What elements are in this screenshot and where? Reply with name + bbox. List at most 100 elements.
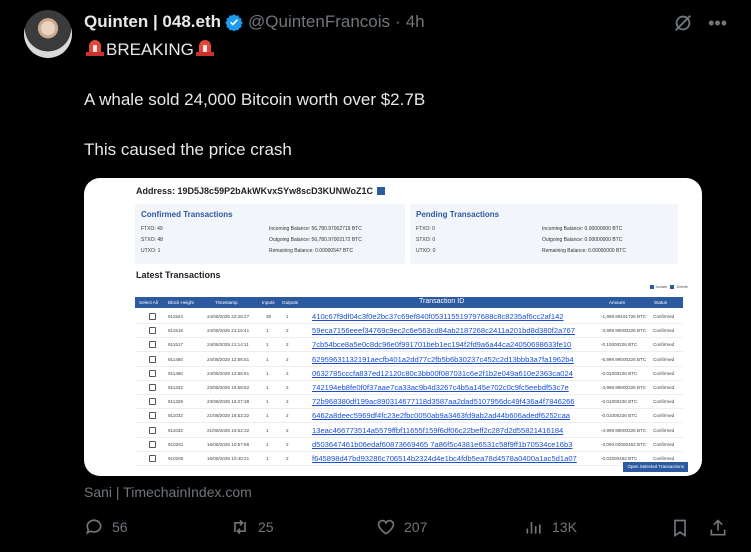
col-inputs: Inputs [262,300,275,305]
table-row[interactable]: 911032 21/08/2025 16:52:32 1 2 13eac46677351… [135,424,683,438]
table-row[interactable]: 911517 24/08/2025 21:14:11 1 2 7cb54bce8a5e0… [135,338,683,353]
author-name[interactable]: Quinten | 048.eth [84,12,221,32]
row-checkbox[interactable] [149,398,156,406]
action-bar: 56 25 207 13K [84,517,730,541]
col-block-height: Block Height [168,300,194,305]
row-timestamp: 16/08/2025 10:57:56 [207,441,250,447]
row-block-height: 911032 [168,413,183,419]
row-amount: -3,000.00000452 BTC [601,441,647,447]
row-timestamp: 24/08/2025 12:56:51 [207,356,250,362]
confirmed-remaining: Remaining Balance: 0.00000547 BTC [269,248,353,254]
row-checkbox[interactable] [149,355,156,363]
pending-panel: Pending Transactions FTXO: 0 STXO: 0 UTX… [410,204,678,264]
row-outputs: 2 [286,413,289,419]
row-status: Confirmed [653,385,675,390]
verified-badge-icon [225,14,243,31]
row-transaction-id[interactable]: 7cb54bce8a5e0c8dc96e0f991701beb1ec194f2f… [312,340,571,349]
table-row[interactable]: 911518 24/08/2025 21:15:41 1 2 59eca7156eeef… [135,324,683,339]
table-row[interactable]: 911460 24/08/2025 12:56:51 1 2 0632785cccfa8… [135,367,683,381]
row-checkbox[interactable] [149,384,156,391]
row-checkbox[interactable] [149,313,156,320]
row-transaction-id[interactable]: 59eca7156eeef34769c9ec2c6e563cd84ab21872… [312,326,575,335]
open-selected-button[interactable]: Open Selected Transactions [623,462,688,472]
reply-button[interactable]: 56 [84,517,128,537]
row-status: Confirmed [653,413,675,419]
legend-delete: Delete [676,284,688,289]
siren-right-icon [195,40,214,56]
row-inputs: 1 [266,399,269,405]
row-checkbox[interactable] [149,369,156,377]
row-checkbox[interactable] [149,412,156,420]
table-row[interactable]: 911332 23/08/2025 16:58:52 1 2 742194eb8fe0f… [135,381,683,395]
col-outputs: Outputs [282,300,299,305]
views-count: 13K [552,519,577,535]
confirmed-panel: Confirmed Transactions FTXO: 49 STXO: 48… [135,204,405,264]
row-timestamp: 21/08/2025 16:52:32 [207,413,250,419]
row-status: Confirmed [653,328,675,334]
table-row[interactable]: 911032 21/08/2025 16:52:32 1 2 6462a8deec596… [135,409,683,424]
latest-transactions-title: Latest Transactions [136,270,221,280]
col-select-all[interactable]: Select All [139,300,158,305]
row-status: Confirmed [653,427,675,433]
row-outputs: 2 [286,399,289,405]
bookmark-icon[interactable] [670,518,690,538]
row-transaction-id[interactable]: 410c67f9df04c3f0e2bc37c69ef840f053115519… [312,312,564,321]
row-outputs: 2 [286,356,289,362]
table-row[interactable]: 910260 16/08/2025 10:40:21 1 2 f645898d47bd9… [135,452,683,466]
author-handle[interactable]: @QuintenFrancois [248,12,390,32]
table-row[interactable]: 911329 23/08/2025 16:27:38 1 2 72b968380df19… [135,395,683,410]
row-inputs: 1 [266,413,269,419]
row-transaction-id[interactable]: 0632785cccfa837ed12120c80c3bb00f087031c6… [312,369,573,378]
delete-swatch [670,285,675,289]
row-amount: -0.01000226 BTC [601,370,638,376]
repost-button[interactable]: 25 [230,517,274,537]
tweet-line-2: This caused the price crash [84,140,292,159]
tweet-time[interactable]: 4h [406,12,425,32]
row-block-height: 911524 [168,314,183,319]
row-amount: -0.10000226 BTC [601,342,638,348]
confirmed-outgoing: Outgoing Balance: 56,780.97002172 BTC [269,237,362,243]
more-options-icon[interactable]: ••• [708,13,727,34]
avatar[interactable] [24,10,72,58]
row-inputs: 1 [266,385,269,390]
row-checkbox[interactable] [149,455,156,462]
row-inputs: 1 [266,441,269,447]
share-icon[interactable] [708,518,728,538]
row-amount: -1,968.99191726 BTC [601,314,647,319]
views-button[interactable]: 13K [524,517,577,537]
pending-stxo: STXO: 0 [416,237,436,243]
table-row[interactable]: 911460 24/08/2025 12:56:51 1 2 6295963113219… [135,353,683,367]
row-transaction-id[interactable]: 72b968380df199ac890314677118d3587aa2dad5… [312,397,575,406]
row-checkbox[interactable] [149,440,156,448]
row-transaction-id[interactable]: 13eac466773514a5579ffbf11655f159f6df06c2… [312,426,563,435]
tweet-header: Quinten | 048.eth @QuintenFrancois · 4h [84,11,425,33]
repost-icon [234,519,246,535]
row-timestamp: 23/08/2025 16:58:52 [207,385,250,390]
row-block-height: 910261 [168,441,184,447]
breaking-label: BREAKING [106,40,194,59]
legend: Isolate Delete [648,284,688,289]
col-amount: Amount [609,300,625,305]
row-transaction-id[interactable]: 6462a8deec5969df4fc23e2fbc0050ab9a3463fd… [312,411,570,420]
row-transaction-id[interactable]: f645898d47bd93286c706514b2324d4e1bc4fdb5… [312,454,577,463]
row-checkbox[interactable] [149,341,156,349]
row-amount: -3,999.99000226 BTC [601,385,647,390]
row-outputs: 2 [286,456,289,461]
table-row[interactable]: 911524 24/08/2025 22:26:27 38 1 410c67f9df04… [135,310,683,324]
table-row[interactable]: 910261 16/08/2025 10:57:56 1 2 d503647461b06… [135,438,683,452]
row-outputs: 2 [286,342,289,348]
row-timestamp: 16/08/2025 10:40:21 [207,456,250,461]
row-status: Confirmed [653,456,675,461]
row-inputs: 1 [266,370,269,376]
like-button[interactable]: 207 [376,517,427,537]
row-outputs: 2 [286,328,289,334]
row-transaction-id[interactable]: d503647461b06edaf60873669465 7a86f5c4381… [312,440,572,449]
row-status: Confirmed [653,314,675,319]
row-checkbox[interactable] [149,327,156,335]
row-checkbox[interactable] [149,426,156,434]
row-transaction-id[interactable]: 742194eb8fe0f0f37aae7ca33ac9b4d3267c4b5a… [312,383,569,392]
row-timestamp: 24/08/2025 12:56:51 [207,370,250,376]
grok-icon[interactable] [672,12,694,34]
row-transaction-id[interactable]: 62959631132191aecfb401a2dd77c2fb5b6b3023… [312,355,574,364]
embedded-image[interactable]: Address: 19D5J8c59P2bAkWKvxSYw8scD3KUNWo… [84,178,702,476]
